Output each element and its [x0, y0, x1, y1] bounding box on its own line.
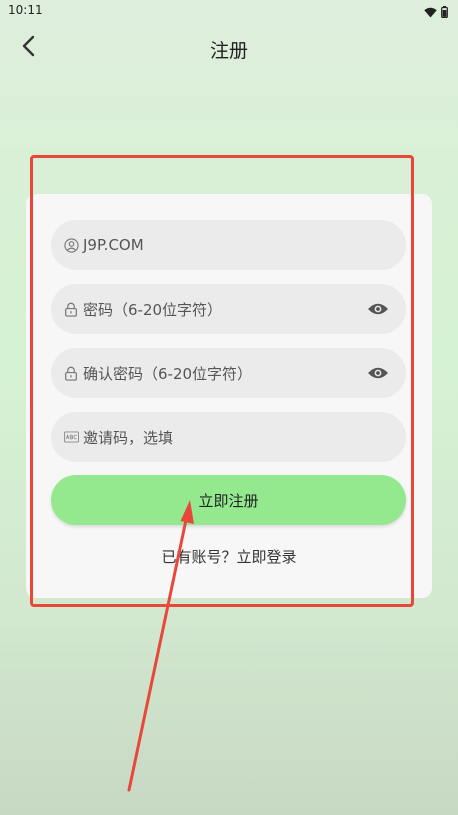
wifi-icon	[424, 3, 437, 22]
lock-icon	[63, 365, 79, 381]
nav-bar: 注册	[0, 28, 458, 68]
invite-code-placeholder: 邀请码，选填	[83, 428, 174, 447]
login-prompt: 已有账号？	[161, 548, 237, 566]
abc-keyboard-icon	[63, 429, 79, 445]
user-circle-icon	[63, 237, 79, 253]
eye-icon[interactable]	[366, 297, 390, 321]
status-time: 10:11	[8, 3, 43, 17]
page-title: 注册	[209, 40, 248, 62]
status-bar: 10:11	[0, 0, 458, 22]
lock-icon	[63, 301, 79, 317]
password-field[interactable]: 密码（6-20位字符）	[51, 284, 406, 334]
password-placeholder: 密码（6-20位字符）	[83, 300, 223, 319]
username-field[interactable]: J9P.COM	[51, 220, 406, 270]
battery-icon	[441, 3, 448, 22]
status-icons	[424, 3, 448, 22]
confirm-password-field[interactable]: 确认密码（6-20位字符）	[51, 348, 406, 398]
confirm-password-placeholder: 确认密码（6-20位字符）	[83, 364, 253, 383]
login-link[interactable]: 立即登录	[237, 548, 297, 566]
eye-icon[interactable]	[366, 361, 390, 385]
username-value: J9P.COM	[83, 236, 144, 254]
register-button[interactable]: 立即注册	[51, 475, 406, 525]
login-link-row: 已有账号？立即登录	[0, 546, 458, 567]
invite-code-field[interactable]: 邀请码，选填	[51, 412, 406, 462]
